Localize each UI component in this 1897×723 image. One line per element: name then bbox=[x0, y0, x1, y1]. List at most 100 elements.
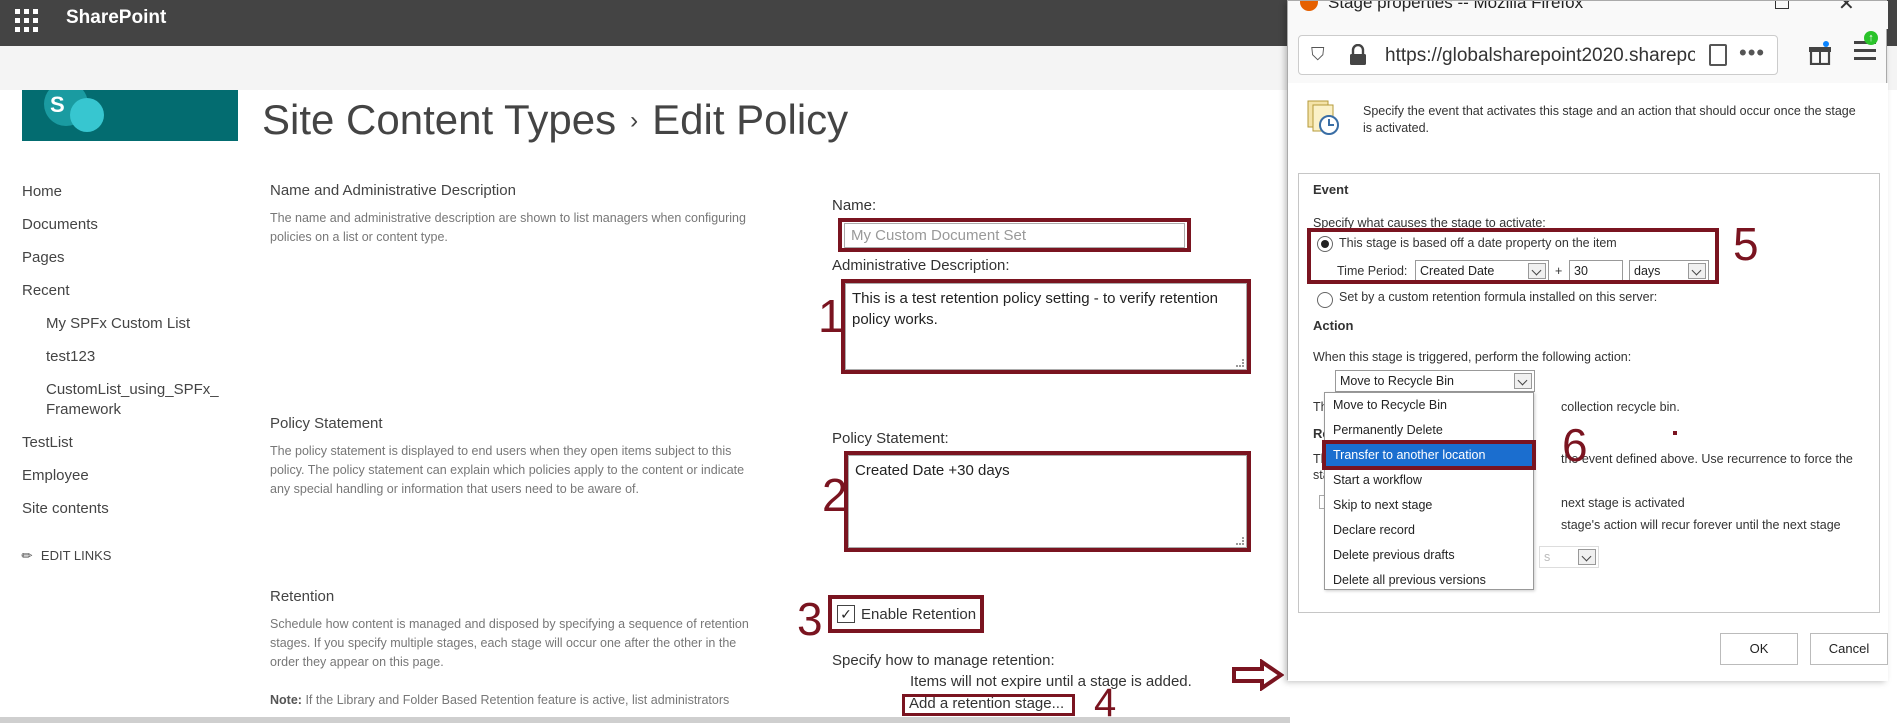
admin-description-line1: This is a test retention policy setting … bbox=[852, 290, 1218, 307]
policy-statement-value: Created Date +30 days bbox=[855, 462, 1010, 479]
enable-retention-label[interactable]: Enable Retention bbox=[861, 606, 976, 623]
nav-item-recent[interactable]: Recent bbox=[22, 282, 70, 299]
annotation-box-event bbox=[1307, 228, 1719, 284]
nav-item-home[interactable]: Home bbox=[22, 183, 62, 200]
section-desc-retention-line1: Schedule how content is managed and disp… bbox=[270, 617, 749, 631]
section-desc-retention-line3: order they appear on this page. bbox=[270, 655, 444, 669]
popup-titlebar: Stage properties -- Mozilla Firefox ✕ bbox=[1288, 1, 1888, 29]
resize-grip-icon[interactable] bbox=[1236, 359, 1244, 367]
add-retention-stage-link[interactable]: Add a retention stage... bbox=[909, 695, 1064, 712]
update-icon: ↑ bbox=[1864, 31, 1878, 45]
nav-item-my-spfx-custom-list[interactable]: My SPFx Custom List bbox=[46, 315, 190, 332]
action-select[interactable]: Move to Recycle Bin bbox=[1335, 370, 1535, 392]
site-logo[interactable]: S bbox=[22, 90, 238, 141]
nav-item-customlist-spfx[interactable]: CustomList_using_SPFx_ bbox=[46, 381, 219, 398]
lock-icon[interactable] bbox=[1349, 44, 1367, 66]
popup-intro-text: Specify the event that activates this st… bbox=[1363, 104, 1856, 135]
dropdown-option-move-to-recycle-bin[interactable]: Move to Recycle Bin bbox=[1325, 393, 1533, 417]
maximize-icon[interactable] bbox=[1775, 1, 1789, 9]
annotation-arrow-icon bbox=[1232, 659, 1284, 691]
annotation-box-transfer bbox=[1322, 440, 1536, 470]
chevron-down-icon bbox=[1578, 549, 1596, 565]
menu-icon[interactable]: ↑ bbox=[1854, 31, 1878, 63]
close-icon[interactable]: ✕ bbox=[1838, 1, 1855, 16]
annotation-number-3: 3 bbox=[797, 593, 823, 645]
reader-view-icon[interactable] bbox=[1709, 44, 1727, 66]
section-desc-policy: The policy statement is displayed to end… bbox=[270, 442, 810, 499]
popup-window-title: Stage properties -- Mozilla Firefox bbox=[1328, 1, 1584, 12]
more-actions-icon[interactable]: ••• bbox=[1739, 40, 1765, 66]
nav-item-employee[interactable]: Employee bbox=[22, 467, 89, 484]
section-desc-policy-line3: any special handling or information that… bbox=[270, 482, 639, 496]
section-desc-policy-line1: The policy statement is displayed to end… bbox=[270, 444, 732, 458]
recurrence-text-e: stage's action will recur forever until … bbox=[1561, 518, 1841, 532]
section-desc-retention-line2: stages. If you specify multiple stages, … bbox=[270, 636, 737, 650]
suite-title[interactable]: SharePoint bbox=[66, 7, 166, 29]
dropdown-option-skip-stage[interactable]: Skip to next stage bbox=[1325, 493, 1533, 517]
retention-note: Note: If the Library and Folder Based Re… bbox=[270, 691, 810, 710]
app-launcher-icon[interactable] bbox=[12, 6, 40, 34]
ok-button[interactable]: OK bbox=[1720, 633, 1798, 665]
recurrence-text-d: next stage is activated bbox=[1561, 496, 1685, 510]
action-prompt: When this stage is triggered, perform th… bbox=[1313, 350, 1632, 364]
enable-retention-checkbox[interactable]: ✓ bbox=[837, 605, 855, 623]
edit-links-label: EDIT LINKS bbox=[40, 548, 112, 563]
stage-properties-window: Stage properties -- Mozilla Firefox ✕ ⛉ … bbox=[1287, 0, 1888, 681]
section-desc-retention: Schedule how content is managed and disp… bbox=[270, 615, 810, 672]
action-heading: Action bbox=[1313, 318, 1354, 333]
section-desc-name-line1: The name and administrative description … bbox=[270, 211, 746, 225]
section-desc-policy-line2: policy. The policy statement can explain… bbox=[270, 463, 745, 477]
annotation-number-6: 6 bbox=[1562, 419, 1588, 471]
nav-item-documents[interactable]: Documents bbox=[22, 216, 98, 233]
section-desc-name: The name and administrative description … bbox=[270, 209, 810, 247]
resize-grip-icon[interactable] bbox=[1236, 537, 1244, 545]
recurrence-text-b: the event defined above. Use recurrence … bbox=[1561, 452, 1853, 466]
section-title-name: Name and Administrative Description bbox=[270, 182, 516, 199]
gift-icon[interactable] bbox=[1809, 41, 1831, 65]
dropdown-option-permanently-delete[interactable]: Permanently Delete bbox=[1325, 418, 1533, 442]
action-select-value: Move to Recycle Bin bbox=[1340, 374, 1454, 388]
dropdown-option-delete-drafts[interactable]: Delete previous drafts bbox=[1325, 543, 1533, 567]
page-title: Site Content Types › Edit Policy bbox=[262, 96, 848, 144]
radio-custom-formula-label[interactable]: Set by a custom retention formula instal… bbox=[1339, 290, 1657, 304]
dropdown-option-declare-record[interactable]: Declare record bbox=[1325, 518, 1533, 542]
retention-note-label: Note: bbox=[270, 693, 302, 707]
no-expire-text: Items will not expire until a stage is a… bbox=[910, 673, 1192, 690]
breadcrumb-site-content-types[interactable]: Site Content Types bbox=[262, 96, 616, 143]
name-input[interactable]: My Custom Document Set bbox=[844, 223, 1185, 248]
stage-fieldset: Event Specify what causes the stage to a… bbox=[1298, 173, 1880, 613]
action-dropdown-list: Move to Recycle Bin Permanently Delete T… bbox=[1324, 392, 1534, 590]
shield-icon[interactable]: ⛉ bbox=[1311, 44, 1325, 65]
annotation-number-5: 5 bbox=[1733, 218, 1759, 270]
pencil-icon: ✎ bbox=[17, 546, 37, 565]
section-title-retention: Retention bbox=[270, 588, 335, 605]
annotation-number-1: 1 bbox=[818, 290, 844, 342]
chevron-down-icon bbox=[1514, 373, 1532, 389]
admin-description-textarea[interactable]: This is a test retention policy setting … bbox=[845, 283, 1247, 370]
annotation-number-2: 2 bbox=[822, 469, 848, 521]
policy-statement-textarea[interactable]: Created Date +30 days bbox=[848, 455, 1247, 548]
name-label: Name: bbox=[832, 197, 877, 214]
nav-item-site-contents[interactable]: Site contents bbox=[22, 500, 109, 517]
admin-description-line2: policy works. bbox=[852, 311, 938, 328]
section-title-policy: Policy Statement bbox=[270, 415, 383, 432]
nav-item-pages[interactable]: Pages bbox=[22, 249, 65, 266]
nav-item-customlist-spfx-cont[interactable]: Framework bbox=[46, 401, 121, 418]
horizontal-scrollbar[interactable] bbox=[0, 717, 1290, 723]
page-root: SharePoint S Site Content Types › Edit Pol… bbox=[0, 0, 1897, 723]
url-text[interactable]: https://globalsharepoint2020.sharepoint.… bbox=[1385, 45, 1695, 67]
breadcrumb-edit-policy: Edit Policy bbox=[652, 96, 849, 143]
nav-item-test123[interactable]: test123 bbox=[46, 348, 95, 365]
dropdown-option-delete-versions[interactable]: Delete all previous versions bbox=[1325, 568, 1533, 592]
nav-item-testlist[interactable]: TestList bbox=[22, 434, 73, 451]
radio-custom-formula[interactable] bbox=[1317, 292, 1333, 308]
url-bar[interactable]: ⛉ https://globalsharepoint2020.sharepoin… bbox=[1298, 35, 1778, 75]
breadcrumb-separator: › bbox=[630, 107, 639, 134]
firefox-logo-icon bbox=[1300, 1, 1318, 11]
cancel-button[interactable]: Cancel bbox=[1810, 633, 1888, 665]
edit-links[interactable]: ✎ EDIT LINKS bbox=[18, 546, 112, 564]
recurrence-unit-value: s bbox=[1544, 550, 1551, 564]
dropdown-option-start-workflow[interactable]: Start a workflow bbox=[1325, 468, 1533, 492]
annotation-dot bbox=[1673, 431, 1677, 435]
recurrence-unit-select[interactable]: s bbox=[1539, 546, 1599, 568]
